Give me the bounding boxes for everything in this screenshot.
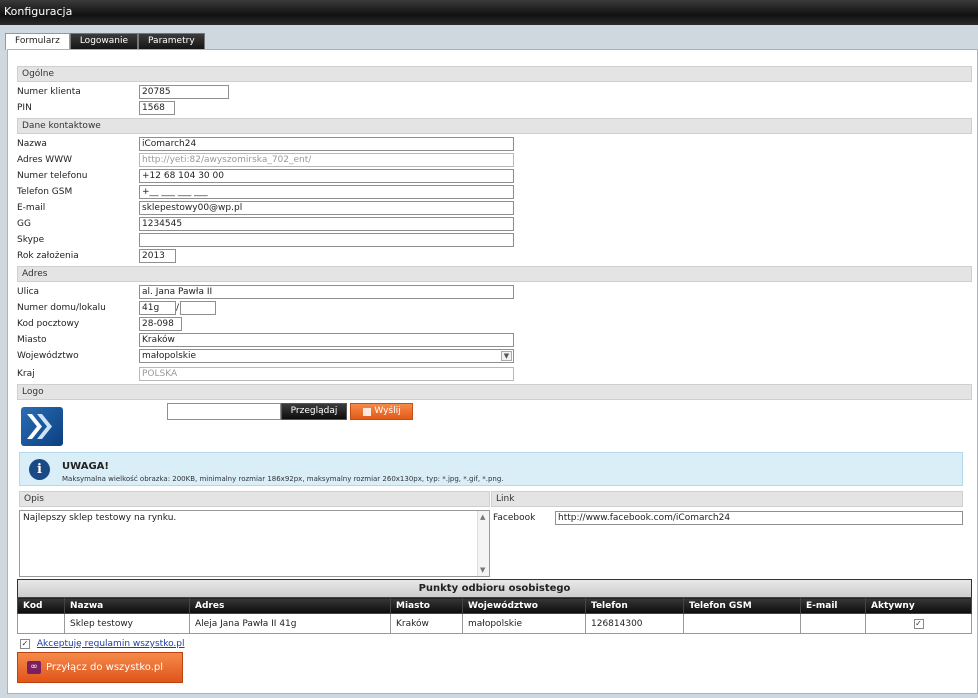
skype-input[interactable] [139,233,514,247]
col-email[interactable]: E-mail [800,597,866,614]
postal-input[interactable]: 28-098 [139,317,182,331]
pickup-table: Kod Nazwa Adres Miasto Województwo Telef… [17,597,972,634]
notice-box: i UWAGA! Maksymalna wielkość obrazka: 20… [19,452,963,486]
active-checkbox[interactable]: ✓ [913,618,924,629]
send-button[interactable]: Wyślij [350,403,413,420]
cell-active: ✓ [865,613,972,634]
cell-code [17,613,65,634]
voivodeship-value: małopolskie [142,351,197,361]
voivodeship-select[interactable]: małopolskie ▼ [139,349,514,363]
postal-label: Kod pocztowy [17,319,80,329]
country-input[interactable]: POLSKA [139,367,514,381]
col-name[interactable]: Nazwa [64,597,190,614]
cell-city: Kraków [390,613,463,634]
pin-input[interactable]: 1568 [139,101,175,115]
table-row[interactable]: Sklep testowy Aleja Jana Pawła II 41g Kr… [17,613,972,634]
scroll-down-icon[interactable]: ▼ [480,566,485,574]
pickup-table-title: Punkty odbioru osobistego [17,579,972,597]
section-contact-header: Dane kontaktowe [17,118,972,134]
name-label: Nazwa [17,139,47,149]
logo-file-input[interactable] [167,403,281,420]
accept-row: ✓ Akceptuję regulamin wszystko.pl [20,639,185,649]
cell-gsm [683,613,801,634]
cell-email [800,613,866,634]
street-label: Ulica [17,287,40,297]
country-label: Kraj [17,369,35,379]
gsm-label: Telefon GSM [17,187,73,197]
section-link-header: Link [491,491,963,507]
founded-input[interactable]: 2013 [139,249,176,263]
window-title: Konfiguracja [4,5,73,18]
col-city[interactable]: Miasto [390,597,463,614]
section-address-header: Adres [17,266,972,282]
section-description-header: Opis [19,491,490,507]
col-voivodeship[interactable]: Województwo [462,597,586,614]
browse-button[interactable]: Przeglądaj [281,403,347,420]
house-separator: / [176,303,180,313]
col-phone[interactable]: Telefon [585,597,684,614]
client-number-input[interactable]: 20785 [139,85,229,99]
send-button-label: Wyślij [374,406,401,416]
gg-input[interactable]: 1234545 [139,217,514,231]
local-number-input[interactable] [180,301,216,315]
tab-parametry[interactable]: Parametry [138,33,205,49]
col-address[interactable]: Adres [189,597,391,614]
pickup-table-header: Kod Nazwa Adres Miasto Województwo Telef… [17,597,972,614]
phone-label: Numer telefonu [17,171,88,181]
chevron-down-icon[interactable]: ▼ [501,351,512,361]
pin-label: PIN [17,103,32,113]
skype-label: Skype [17,235,45,245]
house-number-input[interactable]: 41g [139,301,176,315]
cell-address: Aleja Jana Pawła II 41g [189,613,391,634]
house-label: Numer domu/lokalu [17,303,106,313]
description-textarea[interactable]: Najlepszy sklep testowy na rynku. ▲ ▼ [19,510,490,577]
notice-title: UWAGA! [62,461,109,472]
chevron-logo-icon [27,414,52,439]
gg-label: GG [17,219,31,229]
description-scrollbar[interactable]: ▲ ▼ [477,511,489,576]
cell-phone: 126814300 [585,613,684,634]
section-general-header: Ogólne [17,66,972,82]
tab-formularz[interactable]: Formularz [5,33,70,50]
street-input[interactable]: al. Jana Pawła II [139,285,514,299]
accept-checkbox[interactable]: ✓ [20,639,30,649]
infinity-icon: ∞ [27,661,41,674]
city-label: Miasto [17,335,47,345]
connect-button-label: Przyłącz do wszystko.pl [46,662,164,673]
city-input[interactable]: Kraków [139,333,514,347]
col-gsm[interactable]: Telefon GSM [683,597,801,614]
facebook-input[interactable]: http://www.facebook.com/iComarch24 [555,511,963,525]
window-title-bar: Konfiguracja [0,0,978,25]
founded-label: Rok założenia [17,251,79,261]
form-panel: Ogólne Numer klienta 20785 PIN 1568 Dane… [7,49,978,694]
www-label: Adres WWW [17,155,72,165]
col-code[interactable]: Kod [17,597,65,614]
info-icon: i [29,459,50,480]
connect-button[interactable]: ∞ Przyłącz do wszystko.pl [17,652,183,683]
section-logo-header: Logo [17,384,972,400]
tab-bar: Formularz Logowanie Parametry [5,33,205,50]
cell-voivodeship: małopolskie [462,613,586,634]
client-number-label: Numer klienta [17,87,81,97]
accept-terms-link[interactable]: Akceptuję regulamin wszystko.pl [37,639,185,649]
upload-icon [363,408,371,416]
gsm-input[interactable]: +__ ___ ___ ___ [139,185,514,199]
facebook-label: Facebook [493,513,536,523]
phone-input[interactable]: +12 68 104 30 00 [139,169,514,183]
email-input[interactable]: sklepestowy00@wp.pl [139,201,514,215]
company-logo [21,407,63,446]
col-active[interactable]: Aktywny [865,597,972,614]
name-input[interactable]: iComarch24 [139,137,514,151]
description-text: Najlepszy sklep testowy na rynku. [23,513,177,523]
tab-logowanie[interactable]: Logowanie [69,33,139,49]
cell-name: Sklep testowy [64,613,190,634]
notice-text: Maksymalna wielkość obrazka: 200KB, mini… [62,475,504,483]
email-label: E-mail [17,203,46,213]
www-input[interactable]: http://yeti:82/awyszomirska_702_ent/ [139,153,514,167]
scroll-up-icon[interactable]: ▲ [480,513,485,521]
voivodeship-label: Województwo [17,351,79,361]
